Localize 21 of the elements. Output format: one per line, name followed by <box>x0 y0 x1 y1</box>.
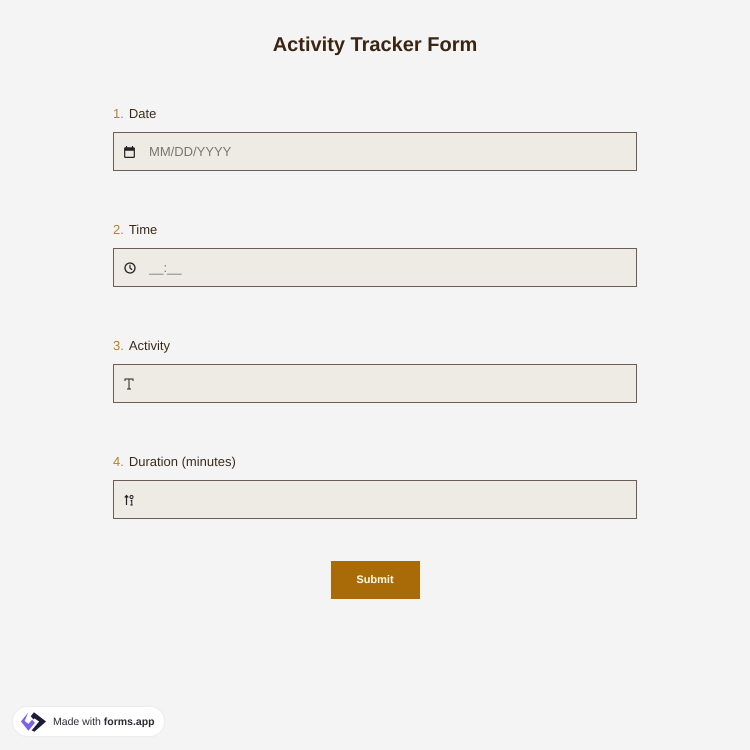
form-title: Activity Tracker Form <box>272 33 478 58</box>
date-field[interactable]: MM/DD/YYYY <box>113 132 637 171</box>
question-label: Time <box>128 221 158 239</box>
clock-icon <box>124 262 136 274</box>
calendar-icon <box>124 146 135 158</box>
question-number: 2. <box>113 221 124 239</box>
badge-text: Made with forms.app <box>53 716 155 728</box>
logo-icon <box>20 711 47 732</box>
text-field[interactable] <box>113 364 637 403</box>
made-with-badge[interactable]: Made with forms.app <box>13 707 164 736</box>
numeric-sort-icon <box>124 494 134 506</box>
question-number: 4. <box>113 453 124 471</box>
text-type-icon <box>124 378 134 390</box>
number-field[interactable] <box>113 480 637 519</box>
submit-button[interactable]: Submit <box>330 561 420 599</box>
question-number: 1. <box>113 105 124 123</box>
question-label: Duration (minutes) <box>128 453 236 471</box>
time-field[interactable]: __:__ <box>113 248 637 287</box>
question-number: 3. <box>113 337 124 355</box>
question-label: Activity <box>128 337 170 355</box>
question-label: Date <box>128 105 156 123</box>
